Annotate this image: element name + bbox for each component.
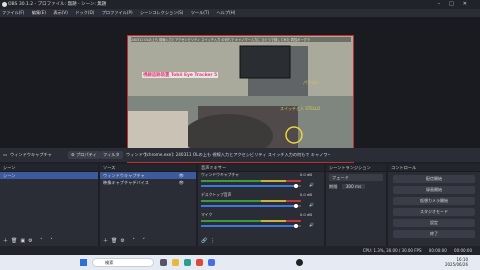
selected-source-name: ウィンドウキャプチャ	[10, 152, 52, 157]
eye-icon[interactable]: 👁	[179, 179, 184, 186]
taskbar-clock[interactable]: 16:10 2025/06/26	[445, 257, 468, 267]
menu-scene-collection[interactable]: シーンコレクション(S)	[140, 10, 183, 15]
volume-slider[interactable]	[201, 224, 301, 228]
volume-slider[interactable]	[201, 204, 301, 208]
label-switch: スイッチと人 STELLO	[280, 106, 321, 111]
mixer-channel: マイク 0.0 dB 🔊	[198, 212, 324, 232]
start-icon[interactable]	[80, 259, 87, 266]
scenes-header: シーン	[0, 164, 98, 172]
channel-db: 0.0 dB	[299, 172, 312, 177]
duration-row: 期間 300 ms	[326, 183, 386, 190]
menu-view[interactable]: 表示(V)	[53, 10, 68, 15]
properties-button[interactable]: ⚙ プロパティ	[68, 151, 100, 159]
file-explorer-icon[interactable]	[172, 259, 179, 266]
preview-canvas[interactable]: 240311 OLの上も 視線入力とアクセシビリティ スイッチ入力 の何もで キ…	[127, 35, 354, 163]
scenes-toolbar[interactable]: ＋🗑▣⚙ ˄ ˅	[0, 236, 98, 246]
preview-video-image	[128, 36, 353, 162]
source-toolbar: ▭ ウィンドウキャプチャ ⚙ プロパティ フィルタ ウィンドウ [chrome.…	[0, 148, 480, 162]
menu-profile[interactable]: プロファイル(P)	[102, 10, 133, 15]
cpu-fps-status: CPU: 1.3%, 30.00 / 30.00 FPS	[362, 248, 422, 253]
duration-input[interactable]: 300 ms	[341, 184, 366, 189]
start-recording-button[interactable]: 録画開始	[393, 186, 475, 194]
settings-button[interactable]: 設定	[393, 219, 475, 227]
streaming-time: 00:00:00	[454, 248, 472, 253]
sources-header: ソース	[100, 164, 196, 172]
eye-icon[interactable]: 👁	[179, 172, 184, 179]
chrome-icon[interactable]	[196, 259, 203, 266]
status-bar: CPU: 1.3%, 30.00 / 30.00 FPS 00:00:00 00…	[0, 246, 480, 255]
speaker-icon[interactable]: 🔊	[309, 222, 314, 227]
volume-meter	[201, 180, 301, 182]
obs-icon[interactable]	[296, 259, 303, 266]
source-item[interactable]: 映像キャプチャデバイス 👁	[100, 179, 196, 186]
volume-fill	[201, 205, 296, 207]
taskview-icon[interactable]	[160, 259, 167, 266]
label-eye-tracker: 視線追跡装置 Tobii Eye Tracker 5	[142, 72, 219, 78]
audio-mixer-dock: 音声ミキサー ウィンドウキャプチャ 0.0 dB 🔊 デスクトップ音声 0.0 …	[198, 164, 324, 246]
mixer-toolbar[interactable]: 🔗⋮	[198, 236, 324, 246]
obs-logo-icon	[2, 2, 7, 7]
menu-tools[interactable]: ツール(T)	[191, 10, 209, 15]
filters-button[interactable]: フィルタ	[100, 151, 123, 159]
controls-header: コントロール	[388, 164, 480, 172]
preview-area: 240311 OLの上も 視線入力とアクセシビリティ スイッチ入力 の何もで キ…	[0, 17, 480, 163]
volume-knob[interactable]	[294, 204, 298, 208]
sources-toolbar[interactable]: ＋🗑⚙ ˄ ˅	[100, 236, 196, 246]
preview-caption: 240311 OLの上も 視線入力とアクセシビリティ スイッチ入力 の何もで キ…	[131, 37, 351, 42]
exit-button[interactable]: 終了	[393, 230, 475, 238]
channel-name: ウィンドウキャプチャ	[201, 172, 239, 177]
volume-knob[interactable]	[294, 184, 298, 188]
scenes-dock: シーン シーン ＋🗑▣⚙ ˄ ˅	[0, 164, 98, 246]
mixer-channel: ウィンドウキャプチャ 0.0 dB 🔊	[198, 172, 324, 192]
source-item[interactable]: ウィンドウキャプチャ 👁	[100, 172, 196, 179]
recording-time: 00:00:00	[428, 248, 447, 253]
menu-docks[interactable]: ドック(D)	[75, 10, 94, 15]
volume-meter	[201, 220, 301, 222]
speaker-icon[interactable]: 🔊	[309, 202, 314, 207]
controls-dock: コントロール 配信開始 録画開始 仮想カメラ開始 スタジオモード 設定 終了	[388, 164, 480, 246]
window-controls[interactable]: –□✕	[438, 0, 476, 9]
taskbar-search[interactable]: 検索	[92, 258, 154, 267]
transition-type-select[interactable]: フェード	[329, 174, 383, 181]
edge-icon[interactable]	[184, 259, 191, 266]
sources-dock: ソース ウィンドウキャプチャ 👁 映像キャプチャデバイス 👁 ＋🗑⚙ ˄ ˅	[100, 164, 196, 246]
volume-meter	[201, 200, 301, 202]
window-titlebar: OBS 30.1.2 - プロファイル: 無題 - シーン: 無題 –□✕	[0, 0, 480, 9]
channel-db: 0.0 dB	[299, 192, 312, 197]
volume-fill	[201, 225, 296, 227]
mixer-channel: デスクトップ音声 0.0 dB 🔊	[198, 192, 324, 212]
channel-db: 0.0 dB	[299, 212, 312, 217]
menu-help[interactable]: ヘルプ(H)	[216, 10, 235, 15]
windows-taskbar: 検索 16:10 2025/06/26	[0, 255, 480, 270]
transitions-header: シーントランジション	[326, 164, 386, 172]
start-streaming-button[interactable]: 配信開始	[393, 175, 475, 183]
menu-bar: ファイル(F) 編集(E) 表示(V) ドック(D) プロファイル(P) シーン…	[0, 9, 480, 17]
start-virtual-camera-button[interactable]: 仮想カメラ開始	[393, 197, 475, 205]
speaker-icon[interactable]: 🔊	[309, 182, 314, 187]
mixer-header: 音声ミキサー	[198, 164, 324, 172]
volume-fill	[201, 185, 296, 187]
transitions-dock: シーントランジション フェード 期間 300 ms	[326, 164, 386, 246]
source-icon: ▭	[3, 152, 7, 157]
studio-mode-button[interactable]: スタジオモード	[393, 208, 475, 216]
scene-item[interactable]: シーン	[0, 172, 98, 179]
volume-knob[interactable]	[294, 224, 298, 228]
menu-file[interactable]: ファイル(F)	[2, 10, 24, 15]
channel-name: デスクトップ音声	[201, 192, 232, 197]
menu-edit[interactable]: 編集(E)	[32, 10, 46, 15]
store-icon[interactable]	[208, 259, 215, 266]
channel-name: マイク	[201, 212, 213, 217]
window-title: OBS 30.1.2 - プロファイル: 無題 - シーン: 無題	[8, 2, 107, 7]
window-label: ウィンドウ	[126, 152, 147, 157]
label-pc: パソコン	[303, 80, 319, 85]
volume-slider[interactable]	[201, 184, 301, 188]
window-select[interactable]: [chrome.exe]: 240311 OLの上も 視線入力とアクセシビリティ…	[145, 148, 330, 162]
